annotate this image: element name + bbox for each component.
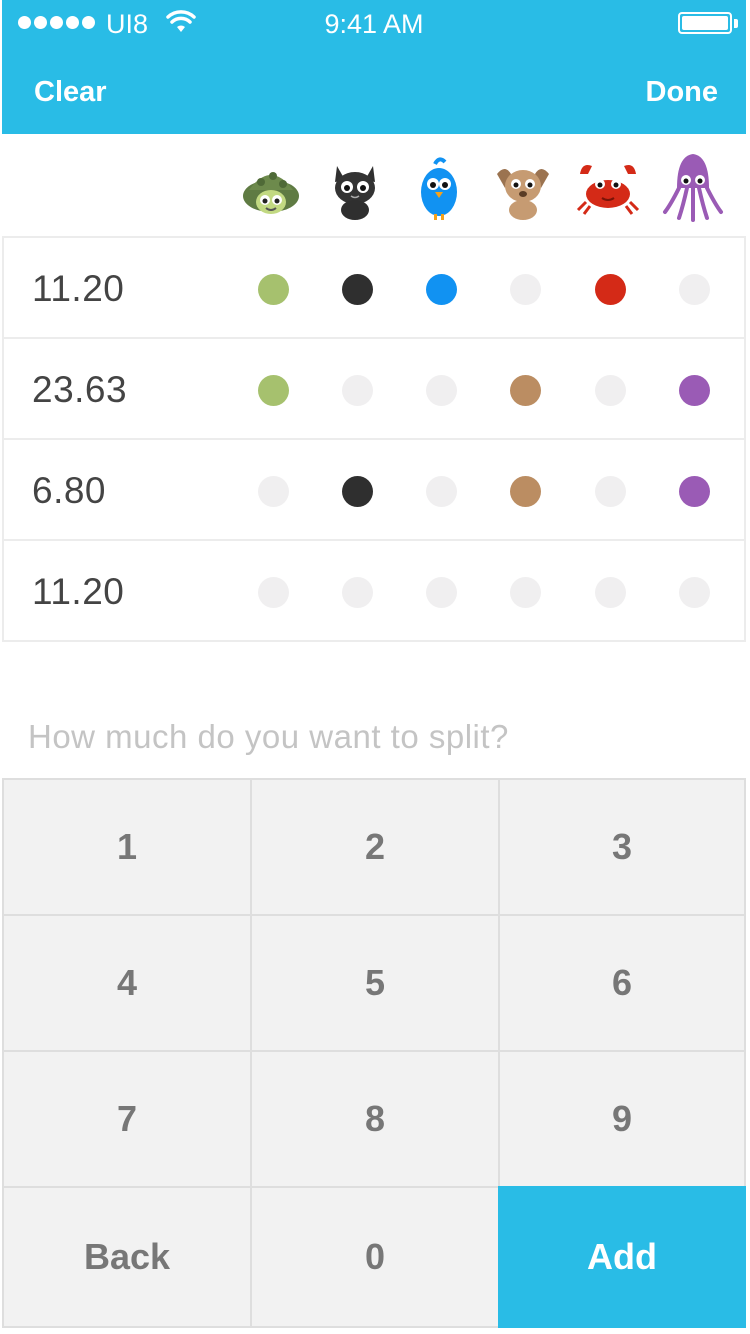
split-toggle-cat[interactable] bbox=[342, 577, 373, 608]
turtle-icon[interactable] bbox=[239, 152, 303, 222]
key-9[interactable]: 9 bbox=[498, 1050, 746, 1188]
split-toggle-turtle[interactable] bbox=[258, 274, 289, 305]
cat-icon[interactable] bbox=[323, 152, 387, 222]
split-table: 11.20 23.63 6.80 11.20 bbox=[2, 236, 746, 642]
key-5[interactable]: 5 bbox=[250, 914, 500, 1052]
split-toggle-turtle[interactable] bbox=[258, 375, 289, 406]
split-toggle-squid[interactable] bbox=[679, 577, 710, 608]
split-toggle-dog[interactable] bbox=[510, 577, 541, 608]
split-toggle-squid[interactable] bbox=[679, 476, 710, 507]
table-row: 11.20 bbox=[2, 236, 746, 337]
row-amount: 6.80 bbox=[32, 470, 107, 511]
split-toggle-crab[interactable] bbox=[595, 577, 626, 608]
people-header bbox=[0, 134, 750, 236]
clear-button[interactable]: Clear bbox=[34, 76, 107, 109]
split-toggle-bird[interactable] bbox=[426, 274, 457, 305]
key-3[interactable]: 3 bbox=[498, 778, 746, 916]
split-toggle-squid[interactable] bbox=[679, 375, 710, 406]
bird-icon[interactable] bbox=[407, 152, 471, 222]
row-amount: 11.20 bbox=[32, 571, 125, 612]
key-8[interactable]: 8 bbox=[250, 1050, 500, 1188]
split-toggle-crab[interactable] bbox=[595, 476, 626, 507]
key-4[interactable]: 4 bbox=[2, 914, 252, 1052]
table-row: 23.63 bbox=[2, 337, 746, 438]
key-6[interactable]: 6 bbox=[498, 914, 746, 1052]
split-toggle-turtle[interactable] bbox=[258, 476, 289, 507]
split-toggle-dog[interactable] bbox=[510, 476, 541, 507]
top-bar: UI8 9:41 AM Clear Done bbox=[2, 0, 746, 134]
key-1[interactable]: 1 bbox=[2, 778, 252, 916]
crab-icon[interactable] bbox=[576, 152, 640, 222]
key-back[interactable]: Back bbox=[2, 1186, 252, 1328]
row-amount: 23.63 bbox=[32, 369, 128, 410]
key-7[interactable]: 7 bbox=[2, 1050, 252, 1188]
split-toggle-dog[interactable] bbox=[510, 375, 541, 406]
split-toggle-crab[interactable] bbox=[595, 274, 626, 305]
key-0[interactable]: 0 bbox=[250, 1186, 500, 1328]
split-prompt: How much do you want to split? bbox=[28, 718, 509, 755]
split-toggle-turtle[interactable] bbox=[258, 577, 289, 608]
split-toggle-cat[interactable] bbox=[342, 375, 373, 406]
key-2[interactable]: 2 bbox=[250, 778, 500, 916]
number-keypad: 1 2 3 4 5 6 7 8 9 Back 0 Add bbox=[2, 778, 746, 1328]
split-toggle-squid[interactable] bbox=[679, 274, 710, 305]
key-add[interactable]: Add bbox=[498, 1186, 746, 1328]
split-toggle-bird[interactable] bbox=[426, 375, 457, 406]
split-toggle-cat[interactable] bbox=[342, 476, 373, 507]
status-time: 9:41 AM bbox=[324, 9, 424, 39]
row-amount: 11.20 bbox=[32, 268, 125, 309]
split-toggle-dog[interactable] bbox=[510, 274, 541, 305]
table-row: 11.20 bbox=[2, 539, 746, 642]
dog-icon[interactable] bbox=[491, 152, 555, 222]
split-toggle-bird[interactable] bbox=[426, 577, 457, 608]
split-toggle-cat[interactable] bbox=[342, 274, 373, 305]
split-toggle-crab[interactable] bbox=[595, 375, 626, 406]
status-bar: UI8 9:41 AM bbox=[2, 0, 746, 48]
split-toggle-bird[interactable] bbox=[426, 476, 457, 507]
battery-cap bbox=[734, 19, 738, 28]
table-row: 6.80 bbox=[2, 438, 746, 539]
done-button[interactable]: Done bbox=[646, 76, 719, 109]
squid-icon[interactable] bbox=[661, 152, 725, 222]
battery-icon bbox=[678, 12, 732, 34]
